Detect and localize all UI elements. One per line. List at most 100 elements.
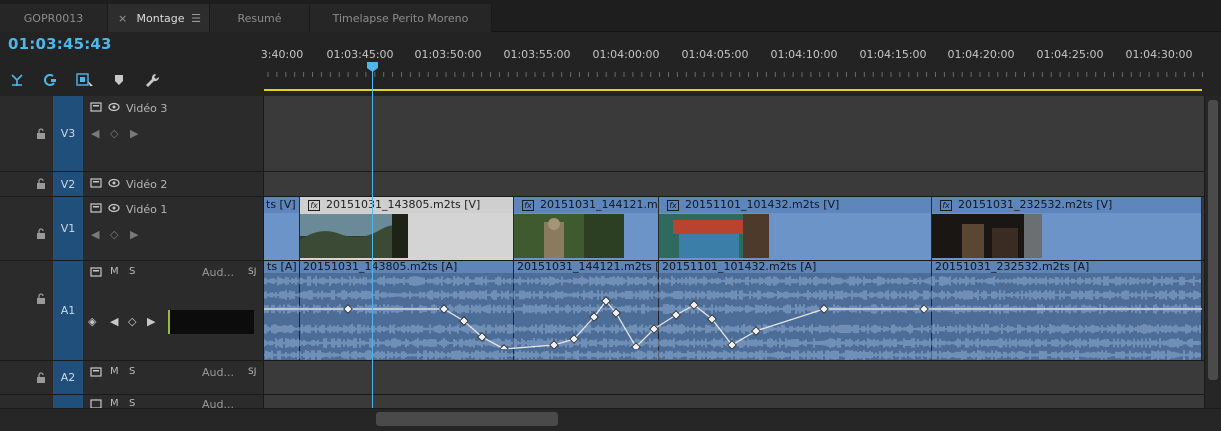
track-body[interactable]: ts [A] 20151031_143805.m2ts [A] 20151031… [264,261,1204,360]
track-name[interactable]: Vidéo 2 [126,178,167,191]
horizontal-scrollbar[interactable] [0,408,1221,431]
tab-gopr0013[interactable]: GOPR0013 [0,4,108,32]
vertical-scrollbar[interactable] [1204,96,1221,408]
video-clip[interactable]: fx 20151031_144121.m2ts [514,197,659,260]
mute-button[interactable]: M [110,398,119,408]
sync-lock-button[interactable]: SJ [248,267,256,277]
track-target-v3[interactable]: V3 [53,96,83,171]
keyframe-next-icon[interactable]: ▶ [147,315,155,328]
volume-keyframe[interactable] [549,340,559,349]
track-body[interactable]: ts [V] fx 20151031_143805.m2ts [V] fx 2015… [264,197,1204,260]
close-icon[interactable]: × [118,12,127,25]
tab-resume[interactable]: Resumé [210,4,310,32]
ruler-label: 01:03:45:00 [326,48,394,61]
fx-badge: fx [522,200,534,211]
video-clip[interactable]: fx 20151031_232532.m2ts [V] [932,197,1202,260]
keyframe-add-icon[interactable]: ◇ [110,228,118,241]
video-clip[interactable]: fx 20151101_101432.m2ts [V] [659,197,932,260]
wrench-icon [146,74,160,87]
track-name[interactable]: Vidéo 3 [126,102,167,115]
track-name[interactable]: Aud... [202,266,234,279]
volume-keyframe[interactable] [671,310,681,320]
scrollbar-thumb[interactable] [376,412,558,426]
linked-selection-button[interactable] [39,68,61,92]
keyframe-prev-icon[interactable]: ◀ [91,127,99,140]
tab-montage[interactable]: × Montage ☰ [108,4,210,32]
track-body[interactable] [264,361,1204,394]
keyframe-next-icon[interactable]: ▶ [130,228,138,241]
ruler-ticks [267,72,1203,77]
scrollbar-thumb[interactable] [1208,100,1218,380]
sync-lock-button[interactable]: SJ [248,367,256,377]
mute-button[interactable]: M [110,366,119,377]
toggle-sync-icon[interactable] [90,367,102,377]
track-target-v1[interactable]: V1 [53,197,83,260]
track-target-a1[interactable]: A1 [53,261,83,360]
track-name[interactable]: Aud... [202,398,234,408]
track-target-a2[interactable]: A2 [53,361,83,394]
track-target-v2[interactable]: V2 [53,172,83,196]
lock-icon[interactable] [36,293,46,305]
lock-icon[interactable] [36,372,46,384]
toggle-sync-icon[interactable] [90,102,102,112]
volume-keyframe-line[interactable] [264,261,1202,349]
track-name[interactable]: Vidéo 1 [126,203,167,216]
track-body[interactable] [264,96,1204,171]
playhead-line[interactable] [372,62,373,408]
volume-keyframe[interactable] [919,304,929,314]
marker-button[interactable] [108,68,130,92]
track-target[interactable] [53,395,83,408]
eye-icon[interactable] [108,203,120,213]
lock-icon[interactable] [36,228,46,240]
eye-icon[interactable] [108,102,120,112]
ruler-label: 01:04:05:00 [681,48,749,61]
solo-button[interactable]: S [129,366,135,377]
volume-keyframe[interactable] [343,304,353,314]
snap-icon [11,74,23,86]
volume-keyframe[interactable] [751,326,761,336]
lock-icon[interactable] [36,178,46,190]
clip-label: 20151031_144121.m2ts [540,198,658,211]
toggle-sync-icon[interactable] [90,399,102,408]
lock-icon[interactable] [36,128,46,140]
solo-button[interactable]: S [129,266,135,277]
add-marker-button[interactable] [74,68,96,92]
audio-meter [168,310,254,334]
eye-icon[interactable] [108,178,120,188]
video-clip-selected[interactable]: fx 20151031_143805.m2ts [V] [300,197,514,260]
keyframe-prev-icon[interactable]: ◀ [110,315,118,328]
clip-label: ts [V] [264,197,299,213]
fx-badge: fx [940,200,952,211]
tab-bar: GOPR0013 × Montage ☰ Resumé Timelapse Pe… [0,0,1221,32]
solo-button[interactable]: S [129,398,135,408]
tab-timelapse[interactable]: Timelapse Perito Moreno [310,4,492,32]
clip-label: 20151101_101432.m2ts [V] [685,198,840,211]
snap-button[interactable] [6,68,28,92]
track-body[interactable] [264,395,1204,408]
keyframe-next-icon[interactable]: ▶ [130,127,138,140]
track-v3: V3 Vidéo 3 ◀ ◇ ▶ [0,96,1204,172]
playhead-timecode[interactable]: 01:03:45:43 [8,35,112,53]
time-ruler[interactable]: 3:40:00 01:03:45:00 01:03:50:00 01:03:55… [261,40,1204,92]
tab-label: Timelapse Perito Moreno [332,11,469,25]
track-header: V1 Vidéo 1 ◀ ◇ ▶ [0,197,264,260]
keyframe-prev-icon[interactable]: ◀ [91,228,99,241]
track-body[interactable] [264,172,1204,196]
video-clip[interactable]: ts [V] [264,197,300,260]
clip-thumbnail [514,214,624,258]
toggle-sync-icon[interactable] [90,178,102,188]
ruler-label: 01:04:30:00 [1125,48,1193,61]
track-name[interactable]: Aud... [202,366,234,379]
volume-keyframe[interactable] [819,304,829,314]
clip-label: 20151031_232532.m2ts [V] [958,198,1113,211]
toggle-sync-icon[interactable] [90,203,102,213]
volume-keyframe[interactable] [439,304,449,314]
keyframe-add-icon[interactable]: ◇ [128,315,136,328]
keyframe-mode-icon[interactable]: ◈ [88,315,96,328]
work-area-bar[interactable] [264,89,1202,91]
keyframe-add-icon[interactable]: ◇ [110,127,118,140]
timeline-settings-button[interactable] [141,68,163,92]
toggle-sync-icon[interactable] [90,267,102,277]
panel-menu-icon[interactable]: ☰ [191,12,201,25]
mute-button[interactable]: M [110,266,119,277]
